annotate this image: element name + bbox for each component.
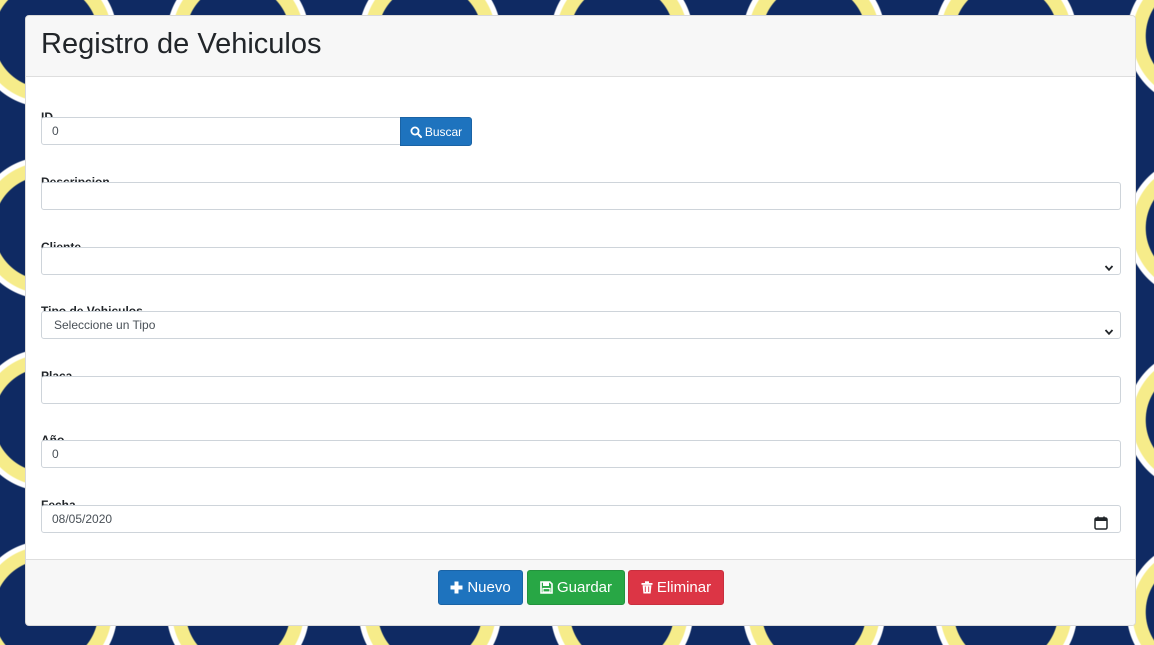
card-header: Registro de Vehiculos: [26, 16, 1135, 77]
calendar-icon[interactable]: [1094, 513, 1108, 530]
save-button-label: Guardar: [556, 579, 613, 596]
save-icon: [540, 581, 553, 594]
fecha-input[interactable]: 08/05/2020: [41, 505, 1121, 533]
page-title: Registro de Vehiculos: [41, 28, 322, 60]
new-button-label: Nuevo: [467, 579, 511, 596]
id-input[interactable]: 0: [41, 117, 401, 145]
save-button[interactable]: Guardar: [527, 570, 625, 605]
tipo-select[interactable]: Seleccione un Tipo: [41, 311, 1121, 339]
cliente-select[interactable]: [41, 247, 1121, 275]
vehicle-registry-card: Registro de Vehiculos ID 0 Buscar Descri…: [25, 15, 1136, 626]
tipo-selected-value: Seleccione un Tipo: [54, 318, 156, 332]
new-button[interactable]: Nuevo: [438, 570, 523, 605]
anio-input[interactable]: 0: [41, 440, 1121, 468]
trash-icon: [641, 581, 653, 594]
card-footer: Nuevo Guardar Eliminar: [26, 559, 1135, 625]
search-button-label: Buscar: [424, 124, 463, 139]
search-icon: [410, 126, 422, 138]
delete-button-label: Eliminar: [656, 579, 712, 596]
descripcion-input[interactable]: [41, 182, 1121, 210]
fecha-value: 08/05/2020: [52, 512, 113, 526]
form-body: ID 0 Buscar Descripcion Cliente Tipo de …: [41, 77, 1121, 559]
plus-icon: [450, 581, 463, 594]
placa-input[interactable]: [41, 376, 1121, 404]
search-button[interactable]: Buscar: [400, 117, 472, 146]
delete-button[interactable]: Eliminar: [628, 570, 724, 605]
chevron-down-icon: [1104, 256, 1114, 272]
chevron-down-icon: [1104, 320, 1114, 336]
